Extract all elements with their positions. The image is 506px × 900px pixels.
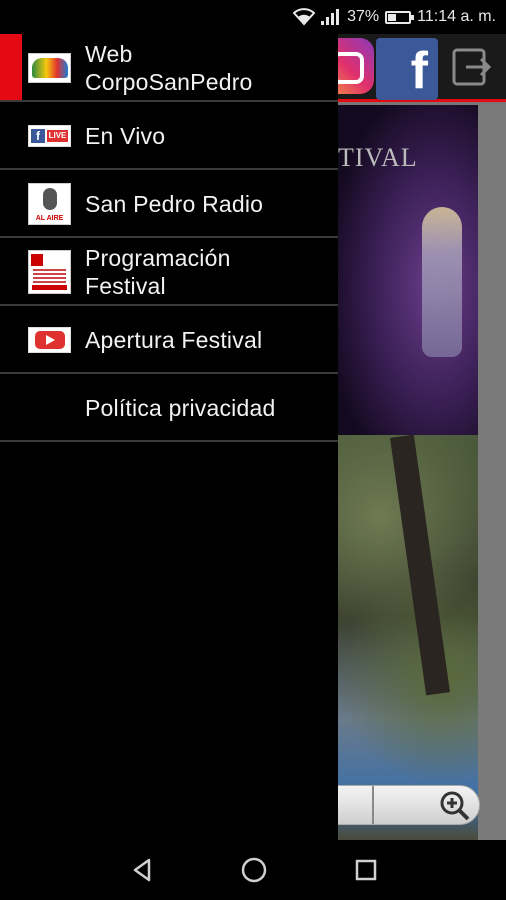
recents-icon[interactable] (351, 855, 381, 885)
drawer-item-san-pedro-radio[interactable]: AL AIRE San Pedro Radio (0, 170, 338, 238)
battery-fill (388, 13, 397, 21)
parade-image (338, 434, 478, 840)
signal-icon (321, 9, 340, 25)
exit-icon[interactable] (452, 48, 492, 86)
drawer-item-apertura-festival[interactable]: Apertura Festival (0, 306, 338, 374)
battery-percent: 37% (347, 8, 380, 25)
youtube-icon (28, 327, 71, 353)
battery-icon (385, 10, 415, 24)
content-area: TIVAL (338, 105, 478, 840)
festival-image: TIVAL (338, 105, 478, 435)
programacion-poster-icon (28, 250, 71, 294)
content-edge (478, 105, 506, 840)
drawer-item-label: En Vivo (85, 123, 166, 149)
drawer-item-politica-privacidad[interactable]: Política privacidad (0, 374, 338, 442)
active-indicator (0, 34, 22, 102)
zoom-in-icon (440, 791, 470, 821)
drawer-item-programacion-festival[interactable]: Programación Festival (0, 238, 338, 306)
drawer-item-label: Web CorpoSanPedro (85, 41, 253, 95)
drawer-item-web-corposanpedro[interactable]: Web CorpoSanPedro (0, 34, 338, 102)
drawer-item-en-vivo[interactable]: f LIVE En Vivo (0, 102, 338, 170)
drawer-item-label: San Pedro Radio (85, 191, 264, 217)
singer-figure (422, 207, 462, 357)
system-nav-bar (0, 840, 506, 900)
drawer-item-label: Política privacidad (85, 395, 276, 421)
back-icon[interactable] (127, 855, 157, 885)
web-corposanpedro-icon (28, 53, 71, 83)
divider (0, 440, 338, 442)
status-bar: 37% 11:14 a. m. (0, 0, 506, 34)
radio-microphone-icon: AL AIRE (28, 183, 71, 225)
zoom-in-button[interactable] (372, 786, 479, 824)
clock: 11:14 a. m. (417, 8, 496, 25)
home-icon[interactable] (239, 855, 269, 885)
tree-trunk (390, 434, 450, 696)
status-icons: 37% 11:14 a. m. (293, 7, 496, 27)
wifi-icon (293, 8, 316, 26)
festival-banner-text: TIVAL (338, 143, 418, 172)
facebook-live-icon: f LIVE (28, 125, 71, 147)
navigation-drawer: Web CorpoSanPedro f LIVE En Vivo AL AIRE … (0, 34, 338, 840)
facebook-icon[interactable]: f (376, 38, 438, 100)
drawer-item-label: Programación Festival (85, 245, 231, 299)
drawer-item-label: Apertura Festival (85, 327, 263, 353)
